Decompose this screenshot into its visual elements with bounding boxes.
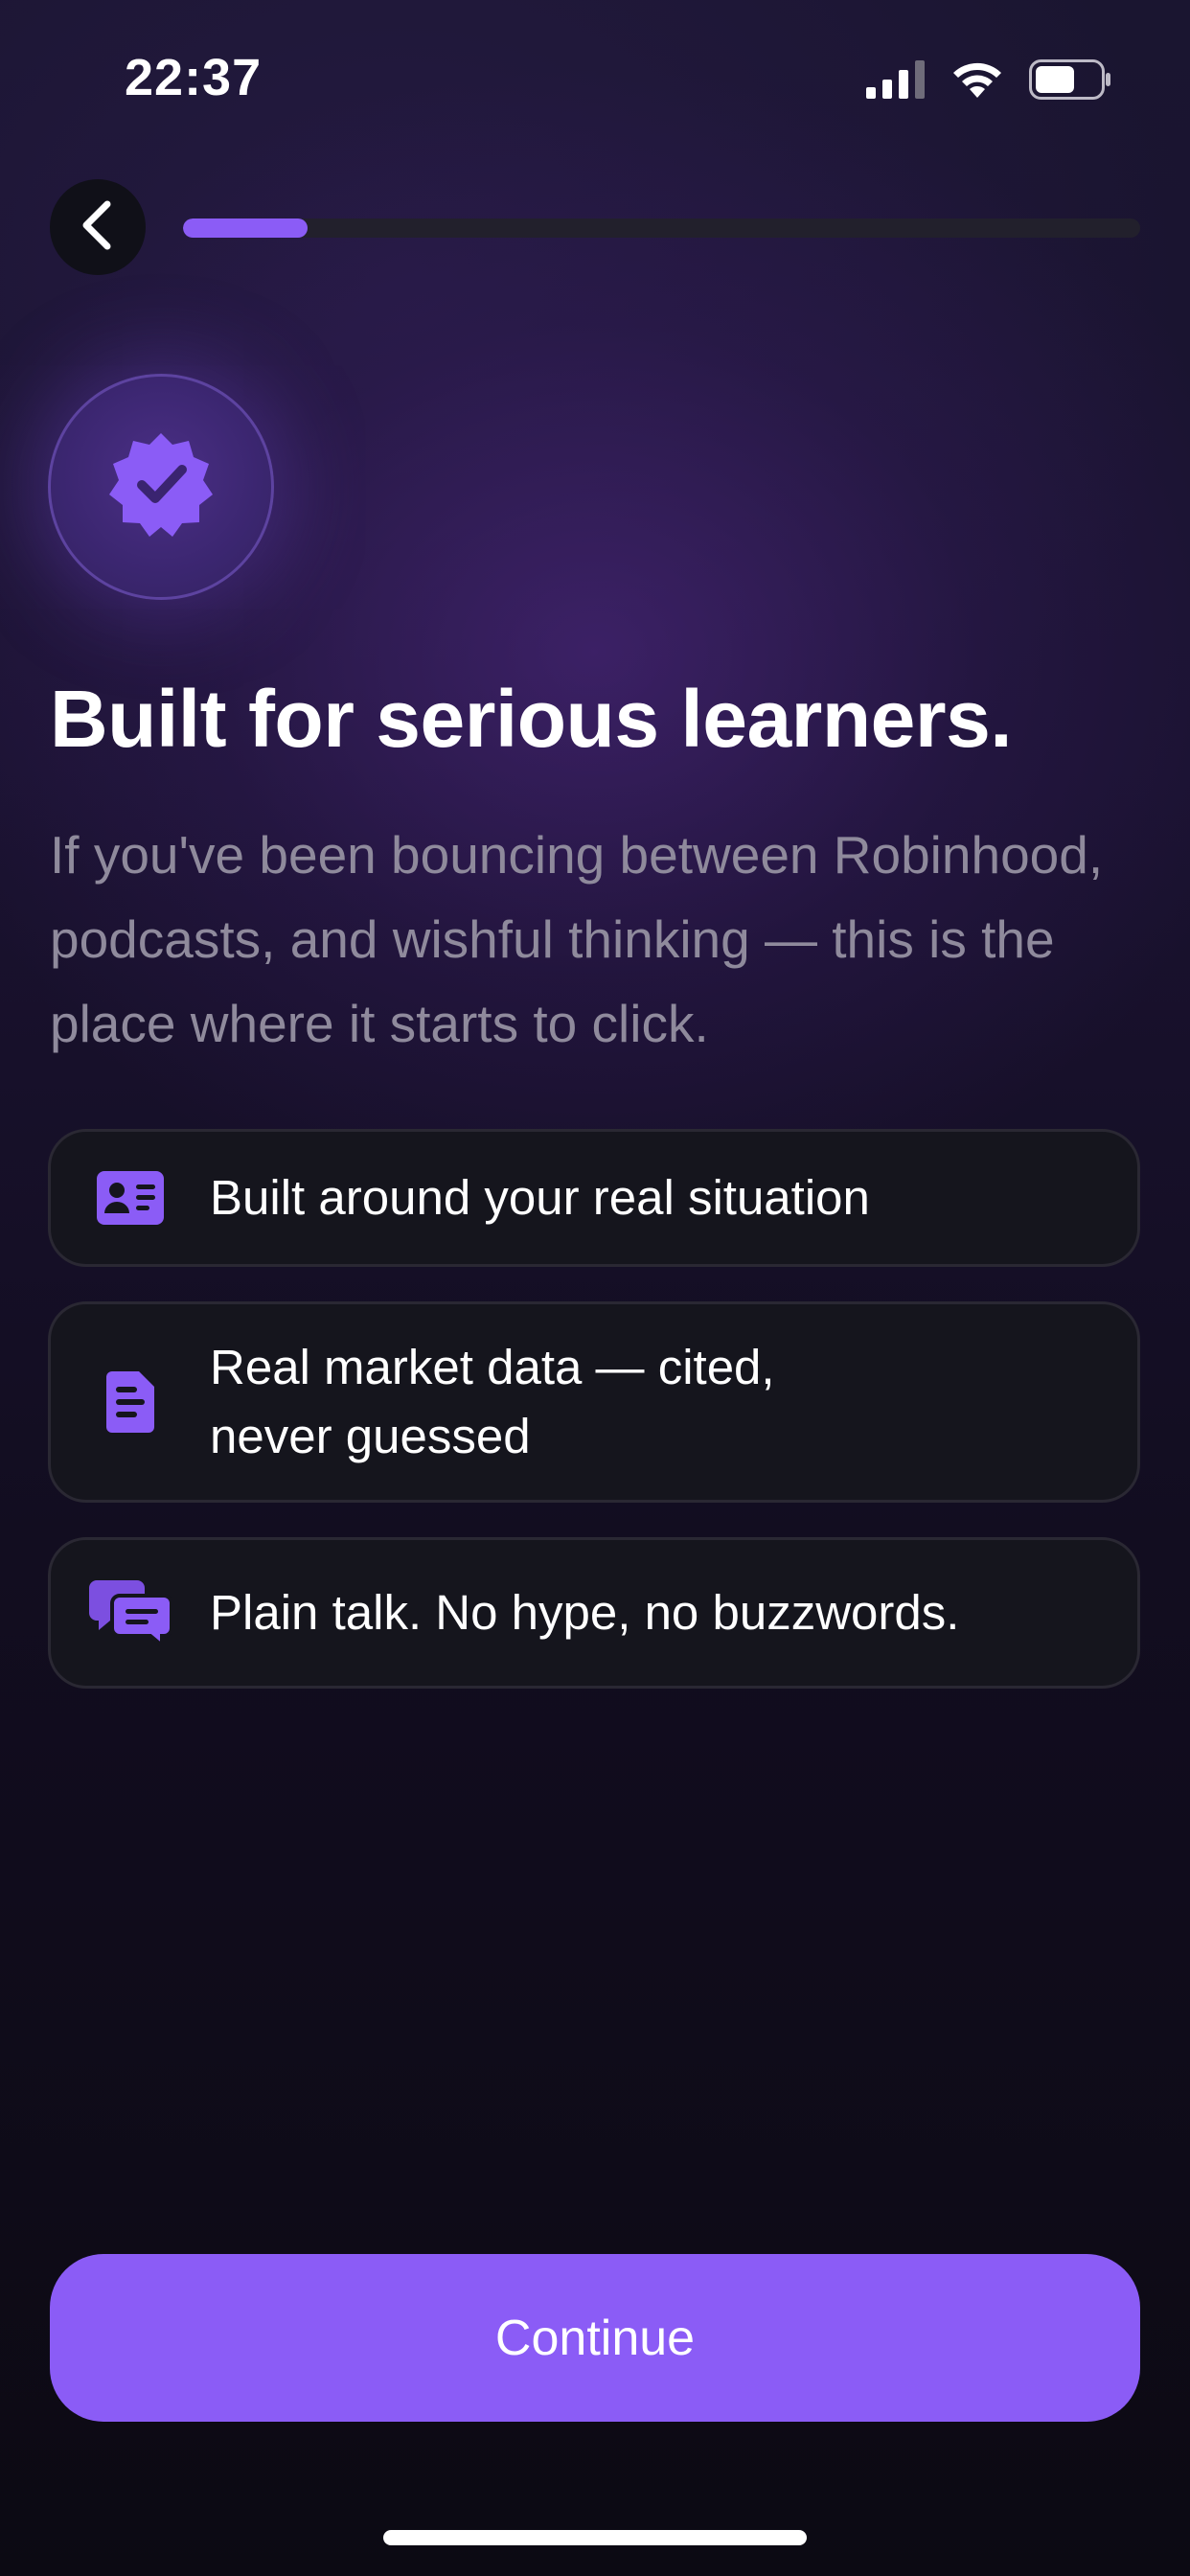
page-title: Built for serious learners. [50, 674, 1013, 764]
back-button[interactable] [50, 179, 146, 275]
onboarding-progress-bar [183, 218, 1140, 238]
status-time: 22:37 [125, 49, 263, 106]
id-card-icon [89, 1157, 172, 1239]
battery-icon [1029, 59, 1111, 104]
feature-label-market-data: Real market data — cited, never guessed [210, 1340, 775, 1463]
status-icons [866, 59, 1111, 104]
hero-badge [48, 374, 274, 600]
continue-button[interactable]: Continue [50, 2254, 1140, 2422]
cellular-signal-icon [866, 60, 926, 104]
chat-bubbles-icon [89, 1572, 172, 1654]
progress-bar-fill [183, 218, 308, 238]
document-icon [89, 1361, 172, 1443]
home-indicator[interactable] [383, 2530, 807, 2545]
page-subtitle: If you've been bouncing between Robinhoo… [50, 825, 1104, 1053]
feature-label-situation: Built around your real situation [210, 1170, 870, 1225]
feature-card-market-data: Real market data — cited, never guessed [48, 1301, 1140, 1503]
onboarding-screen: 22:37 Built for serious learners. If you… [0, 0, 1190, 2576]
feature-card-situation: Built around your real situation [48, 1129, 1140, 1267]
feature-label-plain-talk: Plain talk. No hype, no buzzwords. [210, 1585, 960, 1640]
chevron-left-icon [77, 198, 119, 257]
wifi-icon [950, 59, 1004, 104]
feature-card-plain-talk: Plain talk. No hype, no buzzwords. [48, 1537, 1140, 1689]
verified-badge-icon [103, 427, 218, 547]
